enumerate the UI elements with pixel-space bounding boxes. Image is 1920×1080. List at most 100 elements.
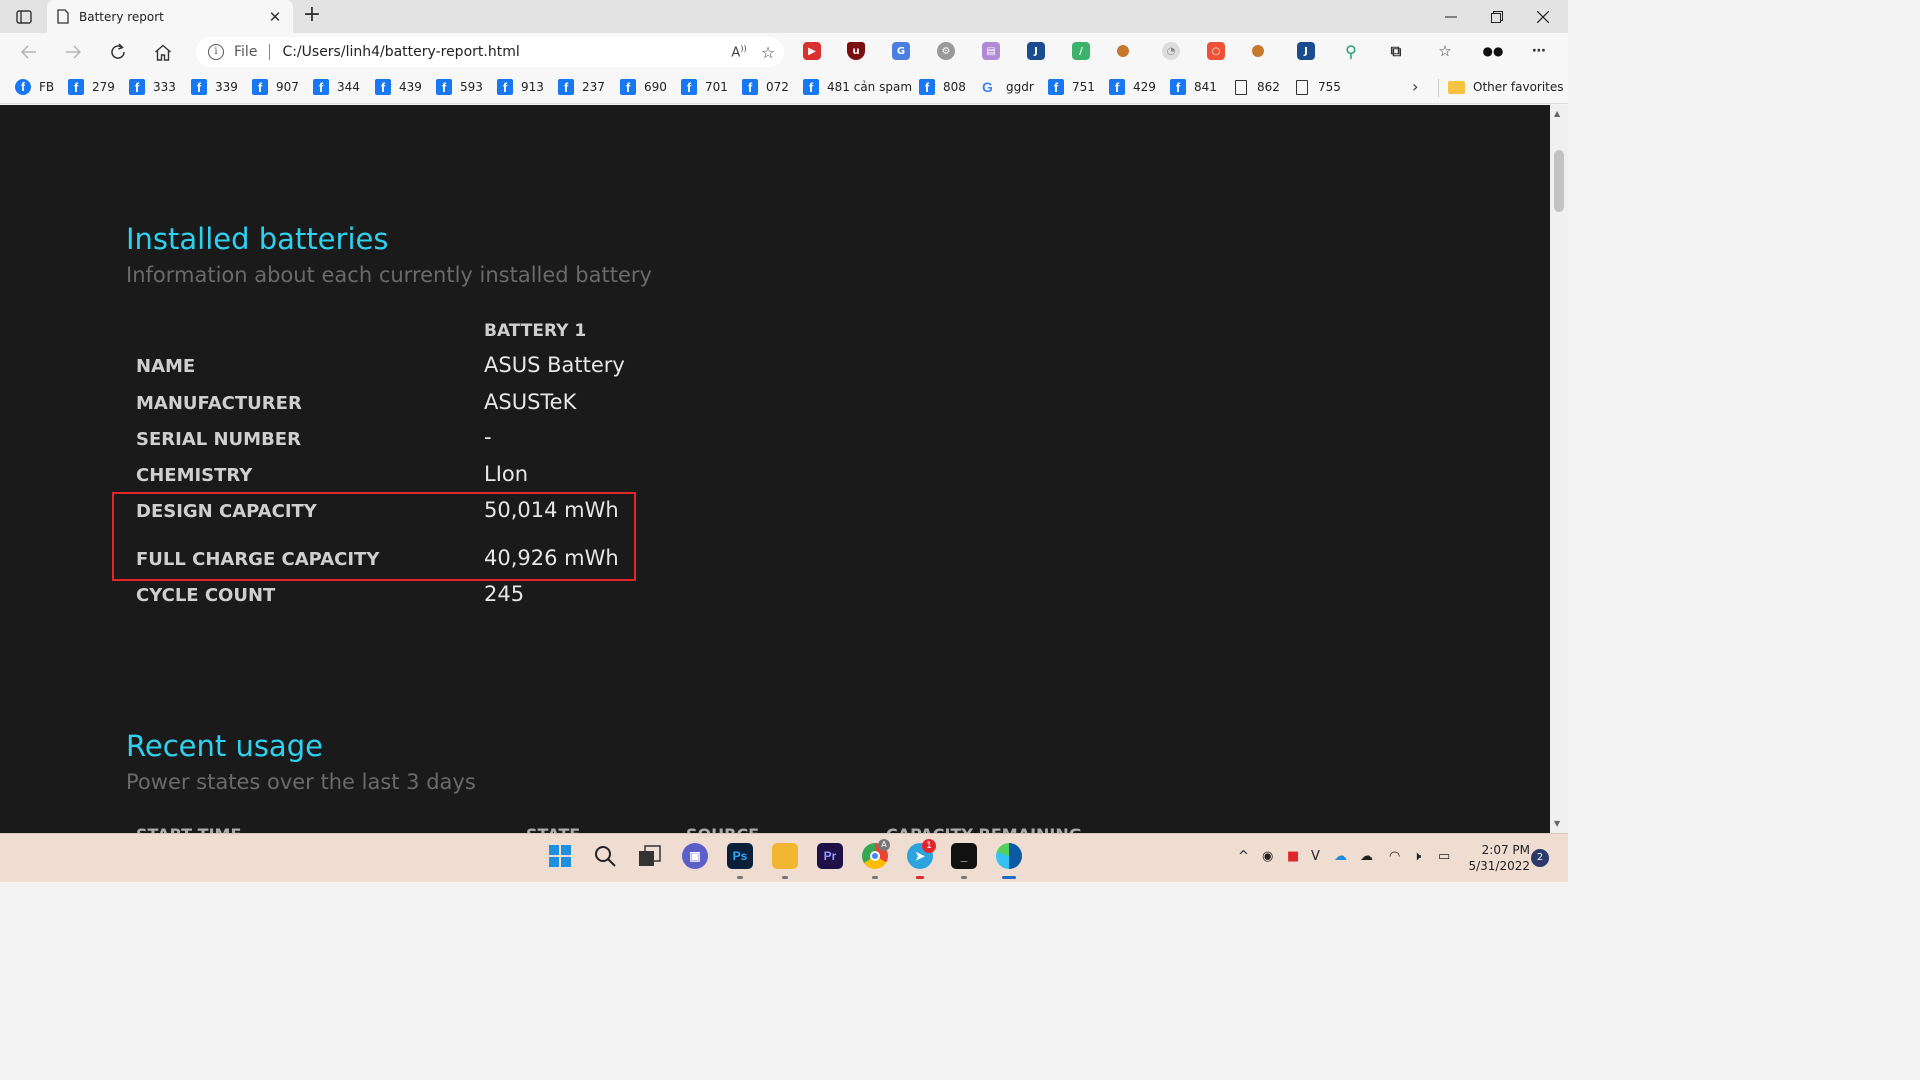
bookmark-item[interactable]: Gggdr xyxy=(982,78,1034,96)
bookmark-item[interactable]: f 841 xyxy=(1170,78,1217,96)
bookmark-item[interactable]: f 429 xyxy=(1109,78,1156,96)
navigation-toolbar: i File C:/Users/linh4/battery-report.htm… xyxy=(0,33,1568,71)
notification-count-badge[interactable]: 2 xyxy=(1531,849,1549,867)
gear-extension-icon[interactable]: ⚙ xyxy=(937,42,955,60)
bookmarks-bar: f FB f 279 f 333 f 339 f 907 f 344 f 439 f 593 f… xyxy=(0,71,1568,104)
cookie-extension-icon[interactable] xyxy=(1117,45,1129,57)
row-label-design-capacity: DESIGN CAPACITY xyxy=(136,501,317,522)
profile-extension-icon[interactable]: ●● xyxy=(1481,42,1505,60)
favorites-icon[interactable]: ☆ xyxy=(1436,42,1454,60)
bookmark-label: 907 xyxy=(276,80,299,94)
more-bookmarks-chevron-icon[interactable]: › xyxy=(1412,77,1418,96)
extensions-puzzle-icon[interactable]: ⧉ xyxy=(1387,42,1405,60)
bookmark-label: 237 xyxy=(582,80,605,94)
bookmark-label: 593 xyxy=(460,80,483,94)
task-view-button[interactable] xyxy=(637,843,663,869)
address-bar[interactable]: i File C:/Users/linh4/battery-report.htm… xyxy=(196,37,784,67)
vertical-scrollbar[interactable]: ▲ ▼ xyxy=(1550,105,1568,833)
start-button[interactable] xyxy=(547,843,573,869)
ublock-shield-icon[interactable]: u xyxy=(847,42,865,60)
document-icon xyxy=(1296,79,1308,95)
forward-button[interactable] xyxy=(60,40,86,64)
bookmark-label: 072 xyxy=(766,80,789,94)
grey-extension-icon[interactable]: ◔ xyxy=(1162,42,1180,60)
show-hidden-icons-chevron-icon[interactable]: ^ xyxy=(1238,849,1249,864)
j-extension-icon[interactable]: J xyxy=(1027,42,1045,60)
google-translate-icon[interactable]: G xyxy=(892,42,910,60)
bookmark-item[interactable]: f FB xyxy=(15,78,54,96)
add-favorite-icon[interactable]: ☆ xyxy=(752,43,784,62)
bookmark-item[interactable]: f 339 xyxy=(191,78,238,96)
bookmark-item[interactable]: f 593 xyxy=(436,78,483,96)
scroll-up-icon[interactable]: ▲ xyxy=(1554,109,1560,118)
teams-chat-icon[interactable]: ▣ xyxy=(682,843,708,869)
terminal-icon[interactable]: _ xyxy=(951,843,977,869)
scrollbar-thumb[interactable] xyxy=(1554,150,1564,212)
bookmark-item[interactable]: f 907 xyxy=(252,78,299,96)
clock[interactable]: 2:07 PM 5/31/2022 xyxy=(1462,842,1530,874)
onedrive-personal-icon[interactable]: ☁ xyxy=(1360,849,1373,864)
battery-icon[interactable]: ▭ xyxy=(1438,849,1450,864)
restore-button[interactable] xyxy=(1474,0,1520,33)
refresh-button[interactable] xyxy=(105,40,131,64)
bookmark-item[interactable]: f 481 cản spam xyxy=(803,78,912,96)
bookmark-item[interactable]: f 808 xyxy=(919,78,966,96)
tray-app-icon[interactable]: ◉ xyxy=(1262,849,1273,864)
close-window-button[interactable] xyxy=(1520,0,1566,33)
back-arrow-icon xyxy=(21,45,36,59)
volume-muted-icon[interactable]: 🕨 xyxy=(1413,849,1421,864)
onedrive-icon[interactable]: ☁ xyxy=(1334,849,1347,864)
extension-red-play-icon[interactable]: ▶ xyxy=(803,42,821,60)
edge-icon[interactable] xyxy=(996,843,1022,869)
site-info-icon[interactable]: i xyxy=(208,44,224,60)
tray-v-app-icon[interactable]: V xyxy=(1311,849,1320,864)
back-button[interactable] xyxy=(16,40,42,64)
j-extension-2-icon[interactable]: J xyxy=(1297,42,1315,60)
bookmark-item[interactable]: f 072 xyxy=(742,78,789,96)
document-extension-icon[interactable]: ▤ xyxy=(982,42,1000,60)
search-button[interactable] xyxy=(592,843,618,869)
tab-close-icon[interactable]: ✕ xyxy=(267,8,283,26)
active-tab[interactable]: Battery report ✕ xyxy=(47,0,293,33)
active-indicator xyxy=(1002,876,1016,879)
bookmark-item[interactable]: f 751 xyxy=(1048,78,1095,96)
more-menu-icon[interactable]: ⋯ xyxy=(1530,42,1548,60)
bookmark-item[interactable]: f 701 xyxy=(681,78,728,96)
bookmark-item[interactable]: f 690 xyxy=(620,78,667,96)
bookmark-item[interactable]: f 237 xyxy=(558,78,605,96)
tray-red-app-icon[interactable]: ■ xyxy=(1287,849,1299,864)
minimize-button[interactable] xyxy=(1428,0,1474,33)
orange-record-icon[interactable]: ○ xyxy=(1207,42,1225,60)
scroll-down-icon[interactable]: ▼ xyxy=(1554,819,1560,828)
file-explorer-icon[interactable] xyxy=(772,843,798,869)
bookmark-item[interactable]: 862 xyxy=(1233,78,1280,96)
tab-actions-button[interactable] xyxy=(10,6,38,28)
other-favorites-folder[interactable]: Other favorites xyxy=(1448,78,1564,96)
bookmark-item[interactable]: f 344 xyxy=(313,78,360,96)
row-value-cycle-count: 245 xyxy=(484,582,525,606)
bookmark-item[interactable]: f 913 xyxy=(497,78,544,96)
facebook-icon: f xyxy=(436,79,452,95)
key-extension-icon[interactable]: ⚲ xyxy=(1342,42,1360,61)
new-tab-button[interactable]: + xyxy=(300,4,324,28)
minimize-icon xyxy=(1445,16,1457,17)
windows-logo-icon xyxy=(549,845,571,867)
premiere-pro-icon[interactable]: Pr xyxy=(817,843,843,869)
facebook-icon: f xyxy=(129,79,145,95)
facebook-icon: f xyxy=(252,79,268,95)
telegram-notification-badge: 1 xyxy=(922,839,936,853)
bookmark-item[interactable]: 755 xyxy=(1294,78,1341,96)
photoshop-icon[interactable]: Ps xyxy=(727,843,753,869)
bookmark-item[interactable]: f 439 xyxy=(375,78,422,96)
search-icon xyxy=(595,846,616,867)
wifi-icon[interactable]: ◠ xyxy=(1389,849,1400,864)
green-extension-icon[interactable]: / xyxy=(1072,42,1090,60)
home-button[interactable] xyxy=(150,40,176,64)
tab-strip: Battery report ✕ + xyxy=(0,0,1568,33)
read-aloud-icon[interactable]: A)) xyxy=(726,44,752,60)
column-header-source: SOURCE xyxy=(686,825,759,833)
url-text[interactable]: C:/Users/linh4/battery-report.html xyxy=(282,44,726,60)
bookmark-item[interactable]: f 333 xyxy=(129,78,176,96)
bookmark-item[interactable]: f 279 xyxy=(68,78,115,96)
cookie-extension-2-icon[interactable] xyxy=(1252,45,1264,57)
